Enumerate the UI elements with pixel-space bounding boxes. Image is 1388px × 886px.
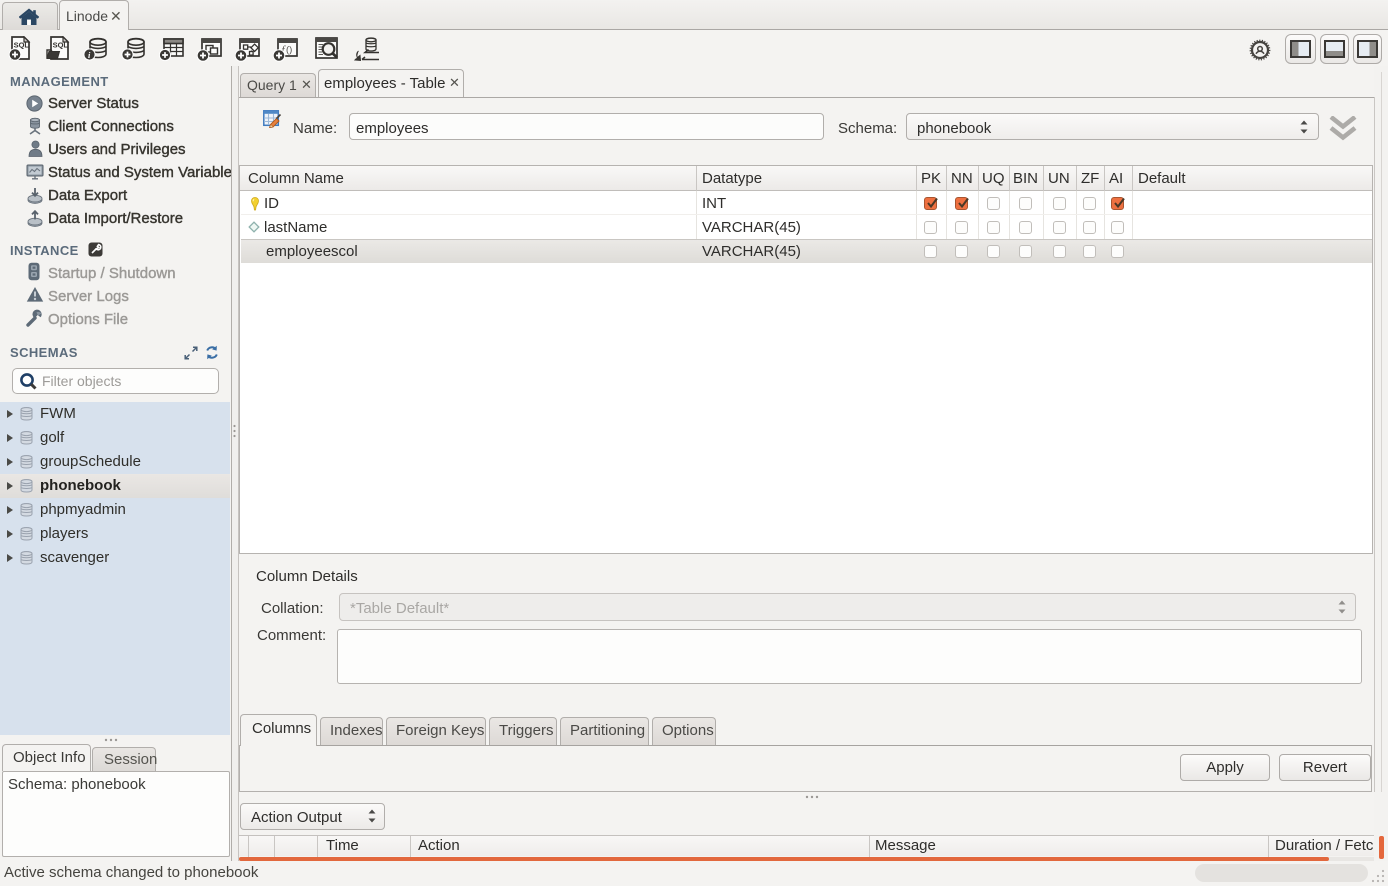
svg-text:SQL: SQL [53,41,69,50]
svg-text:(): () [286,45,292,56]
svg-text:SQL: SQL [14,41,30,50]
